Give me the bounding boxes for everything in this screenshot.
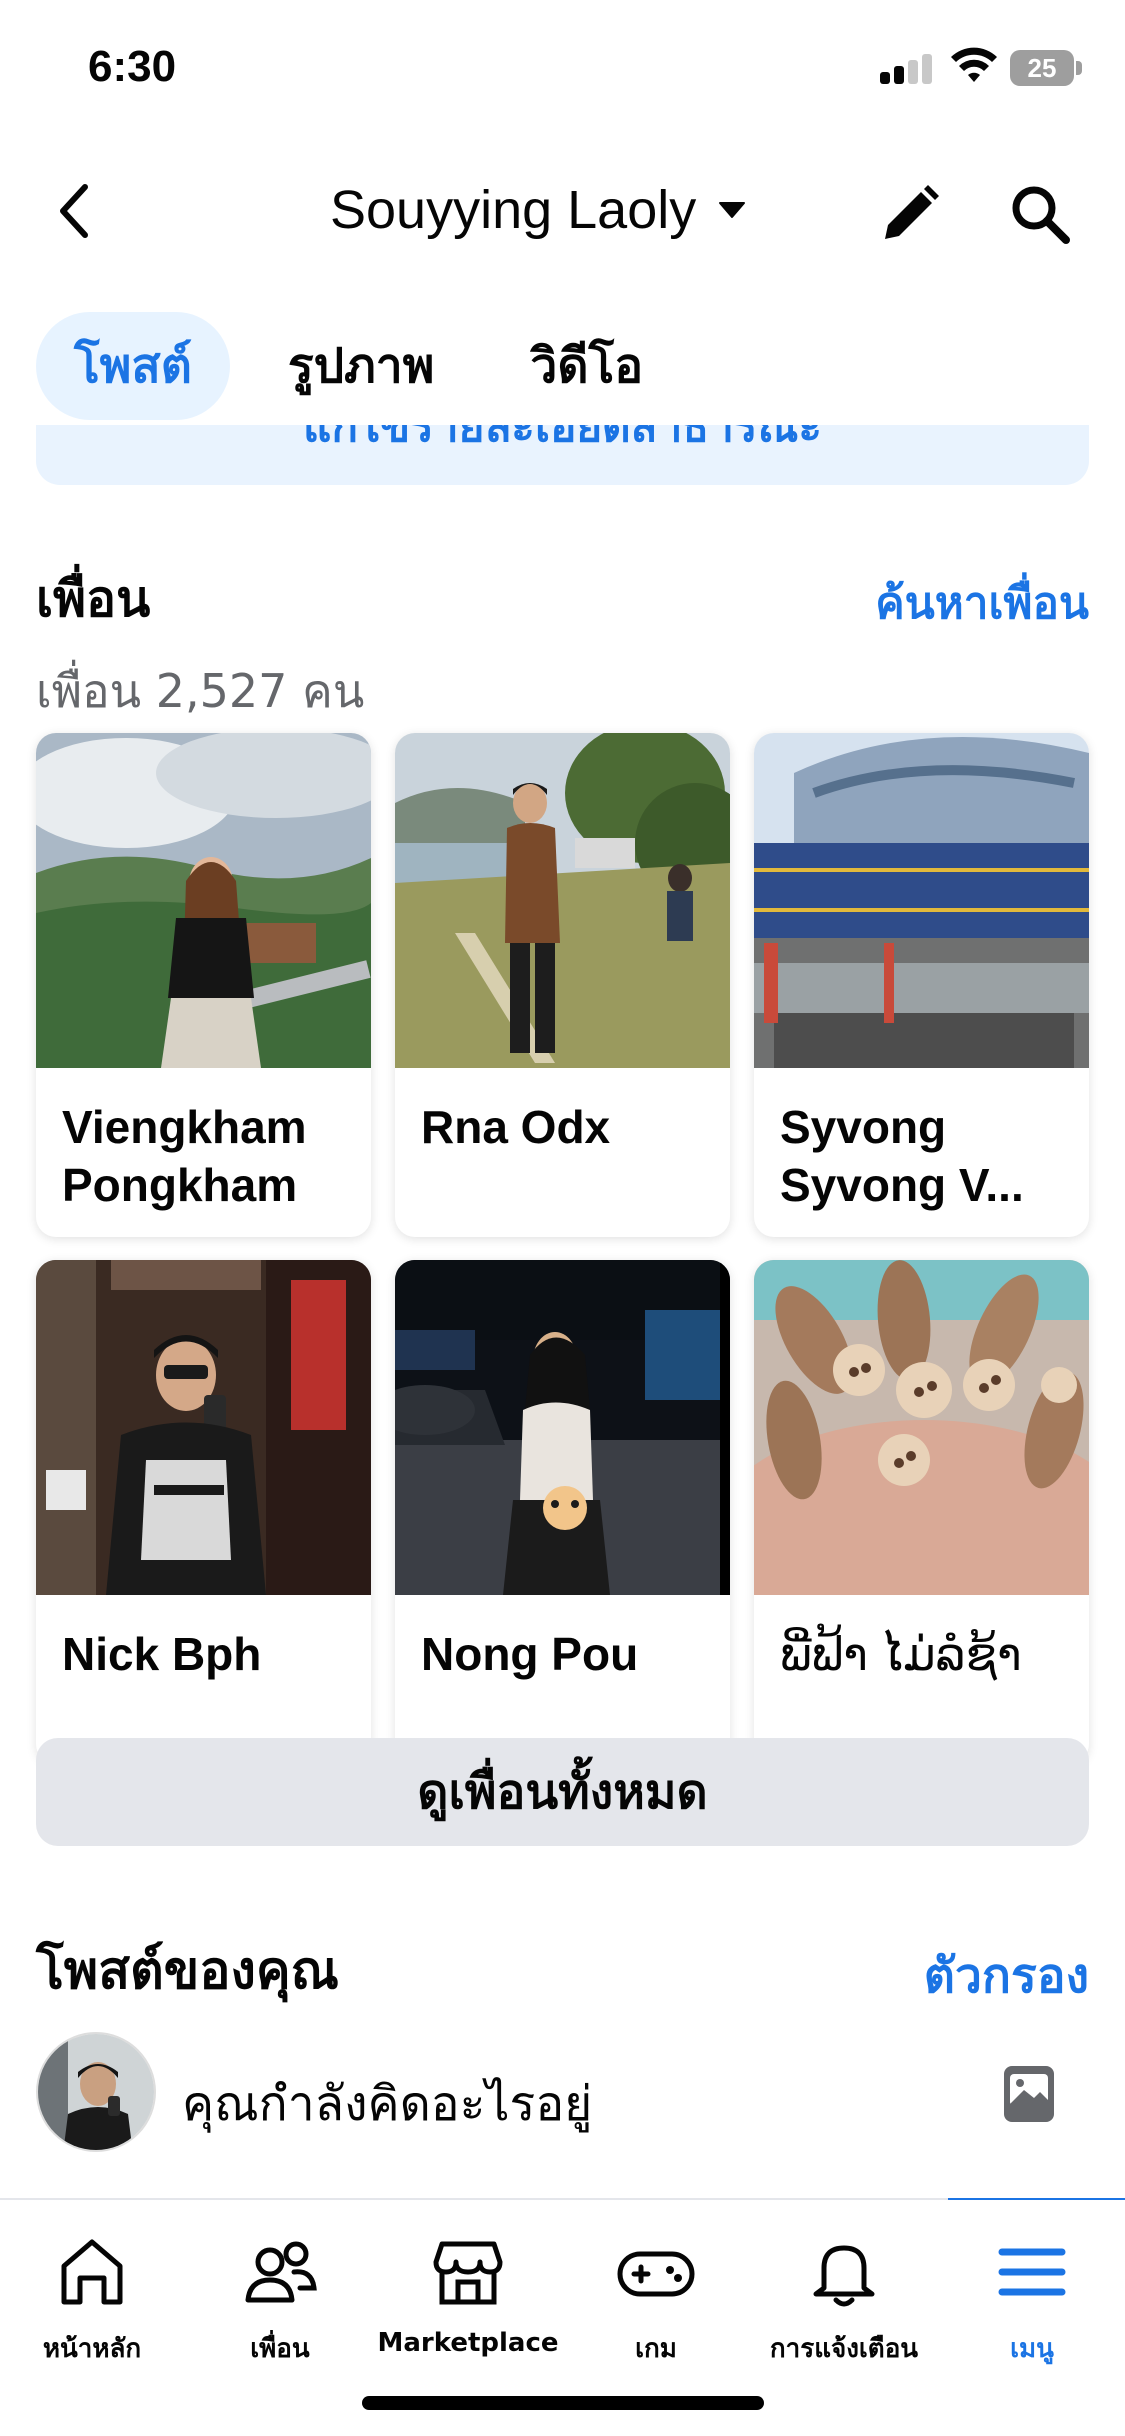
friend-photo	[36, 733, 371, 1068]
nav-gaming[interactable]: เกม	[562, 2230, 750, 2369]
edit-button[interactable]	[870, 174, 950, 254]
friends-icon	[245, 2241, 317, 2303]
photo-icon[interactable]	[996, 2060, 1062, 2126]
battery-tip	[1076, 61, 1082, 75]
nav-home[interactable]: หน้าหลัก	[0, 2230, 186, 2369]
nav-home-label: หน้าหลัก	[42, 2334, 142, 2364]
friend-name: Nick Bph	[62, 1628, 262, 1680]
search-icon	[1012, 186, 1070, 244]
home-icon	[61, 2239, 123, 2305]
profile-header: Souyying Laoly	[0, 150, 1125, 270]
pencil-icon	[885, 185, 939, 239]
nav-friends[interactable]: เพื่อน	[186, 2230, 374, 2369]
friend-card[interactable]: Syvong Syvong V...	[754, 733, 1089, 1237]
friend-card[interactable]: Viengkham Pongkham	[36, 733, 371, 1237]
friend-card[interactable]: Rna Odx	[395, 733, 730, 1237]
friends-section-header: เพื่อน เพื่อน 2,527 คน ค้นหาเพื่อน	[36, 560, 1089, 728]
banner-text: แก้ไขรายละเอียดสาธารณะ	[303, 425, 822, 452]
nav-marketplace-label: Marketplace	[377, 2328, 559, 2358]
posts-section-header: โพสต์ของคุณ ตัวกรอง	[36, 1928, 1089, 2008]
friend-name: ພີ່ຟ້າ ໄມ່ລໍຊ້າ	[780, 1628, 1022, 1680]
chevron-left-icon	[60, 184, 88, 238]
edit-public-details-banner[interactable]: แก้ไขรายละเอียดสาธารณะ	[36, 425, 1089, 485]
gaming-icon	[617, 2251, 695, 2297]
avatar[interactable]	[36, 2032, 156, 2152]
caret-down-icon	[719, 202, 746, 218]
friend-card[interactable]: Nong Pou	[395, 1260, 730, 1764]
status-time: 6:30	[88, 42, 177, 91]
see-all-friends-button[interactable]: ดูเพื่อนทั้งหมด	[36, 1738, 1089, 1846]
nav-menu-label: เมนู	[1010, 2334, 1054, 2364]
friend-card[interactable]: Nick Bph	[36, 1260, 371, 1764]
search-button[interactable]	[1000, 174, 1080, 254]
profile-tabs: โพสต์ รูปภาพ วิดีโอ	[36, 312, 681, 420]
friend-name: Syvong Syvong V...	[780, 1101, 1024, 1211]
tab-posts[interactable]: โพสต์	[36, 312, 230, 420]
nav-friends-label: เพื่อน	[250, 2334, 310, 2364]
friend-name: Viengkham Pongkham	[62, 1101, 307, 1211]
nav-notifications[interactable]: การแจ้งเตือน	[750, 2230, 938, 2369]
find-friends-link[interactable]: ค้นหาเพื่อน	[875, 568, 1089, 638]
cellular-signal-icon	[880, 54, 936, 84]
friend-card[interactable]: ພີ່ຟ້າ ໄມ່ລໍຊ້າ	[754, 1260, 1089, 1764]
battery-icon: 25	[1010, 50, 1074, 86]
filter-link[interactable]: ตัวกรอง	[924, 1938, 1089, 2014]
menu-icon	[998, 2248, 1066, 2296]
nav-menu[interactable]: เมนู	[938, 2230, 1125, 2369]
back-button[interactable]	[40, 176, 110, 246]
post-composer[interactable]: คุณกำลังคิดอะไรอยู่	[36, 2032, 1089, 2156]
nav-marketplace[interactable]: Marketplace	[374, 2230, 562, 2358]
tab-videos[interactable]: วิดีโอ	[492, 312, 681, 420]
avatar-photo	[38, 2034, 154, 2150]
nav-gaming-label: เกม	[635, 2334, 677, 2364]
profile-switcher[interactable]: Souyying Laoly	[330, 178, 746, 242]
status-bar: 6:30 25	[0, 0, 1125, 140]
friend-photo	[395, 733, 730, 1068]
tab-photos[interactable]: รูปภาพ	[250, 312, 472, 420]
composer-placeholder[interactable]: คุณกำลังคิดอะไรอยู่	[182, 2066, 592, 2142]
home-indicator	[362, 2396, 764, 2410]
nav-notifications-label: การแจ้งเตือน	[769, 2334, 919, 2364]
bell-icon	[813, 2245, 875, 2307]
friend-name: Nong Pou	[421, 1628, 639, 1680]
marketplace-icon	[433, 2241, 503, 2305]
friends-count: เพื่อน 2,527 คน	[36, 664, 365, 718]
profile-name: Souyying Laoly	[330, 180, 697, 240]
friend-photo	[754, 1260, 1089, 1640]
friend-name: Rna Odx	[421, 1101, 611, 1153]
friend-photo	[754, 733, 1089, 1068]
friend-photo	[36, 1260, 371, 1595]
friend-photo	[395, 1260, 730, 1595]
wifi-icon	[951, 47, 997, 82]
